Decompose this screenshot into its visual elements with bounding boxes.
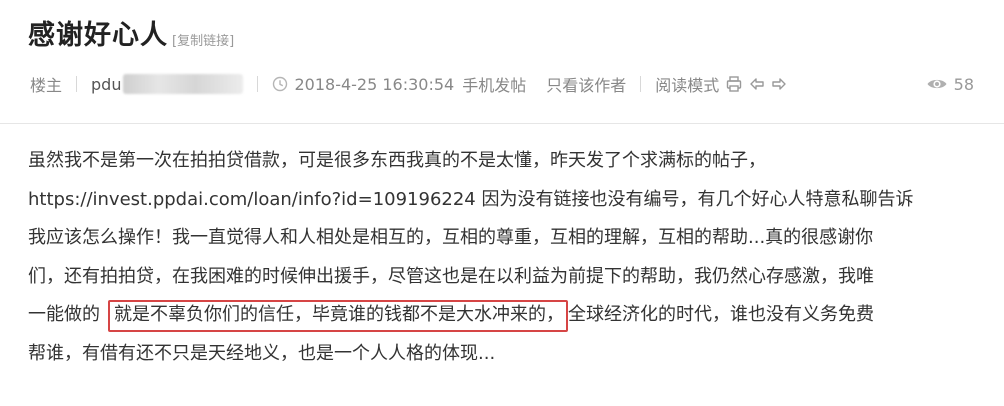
body-line: 帮谁，有借有还不只是天经地义，也是一个人人格的体现...	[28, 342, 496, 364]
body-line: 虽然我不是第一次在拍拍贷借款，可是很多东西我真的不是太懂，昨天发了个求满标的帖子…	[28, 150, 766, 171]
view-count: 58	[926, 75, 974, 94]
op-badge: 楼主	[30, 76, 63, 95]
meta-divider	[640, 76, 642, 92]
meta-divider	[257, 76, 259, 92]
author-name[interactable]: pdu	[91, 75, 121, 94]
post-header: 感谢好心人 [复制链接]	[28, 18, 234, 54]
body-line: 全球经济化的时代，谁也没有义务免费	[568, 304, 874, 325]
next-arrow-icon[interactable]	[771, 76, 787, 92]
post-body: 虽然我不是第一次在拍拍贷借款，可是很多东西我真的不是太懂，昨天发了个求满标的帖子…	[28, 142, 978, 373]
clock-icon	[273, 76, 288, 92]
header-divider	[0, 123, 1004, 124]
read-mode-link[interactable]: 阅读模式	[655, 72, 719, 96]
prev-arrow-icon[interactable]	[749, 76, 765, 92]
body-line: https://invest.ppdai.com/loan/info?id=10…	[28, 188, 914, 210]
body-line: 我应该怎么操作！我一直觉得人和人相处是相互的，互相的尊重，互相的理解，互相的帮助…	[28, 227, 874, 248]
author-name-blurred	[123, 74, 244, 94]
post-title: 感谢好心人	[28, 20, 168, 51]
eye-icon	[927, 79, 947, 89]
post-datetime: 2018-4-25 16:30:54	[294, 74, 455, 94]
only-author-link[interactable]: 只看该作者	[546, 72, 626, 96]
view-count-value: 58	[953, 74, 974, 94]
body-line: 一能做的	[28, 304, 100, 325]
post-source: 手机发帖	[462, 76, 527, 95]
meta-divider	[76, 76, 78, 92]
print-icon[interactable]	[725, 75, 743, 93]
copy-link-button[interactable]: [复制链接]	[172, 30, 234, 49]
highlighted-text: 就是不辜负你们的信任，毕竟谁的钱都不是大水冲来的，	[108, 300, 568, 332]
body-line: 们，还有拍拍贷，在我困难的时候伸出援手，尽管这也是在以利益为前提下的帮助，我仍然…	[28, 265, 874, 287]
post-meta-bar: 楼主 pdu 2018-4-25 16:30:54 手机发帖 只看该作者 阅读模…	[30, 70, 974, 98]
